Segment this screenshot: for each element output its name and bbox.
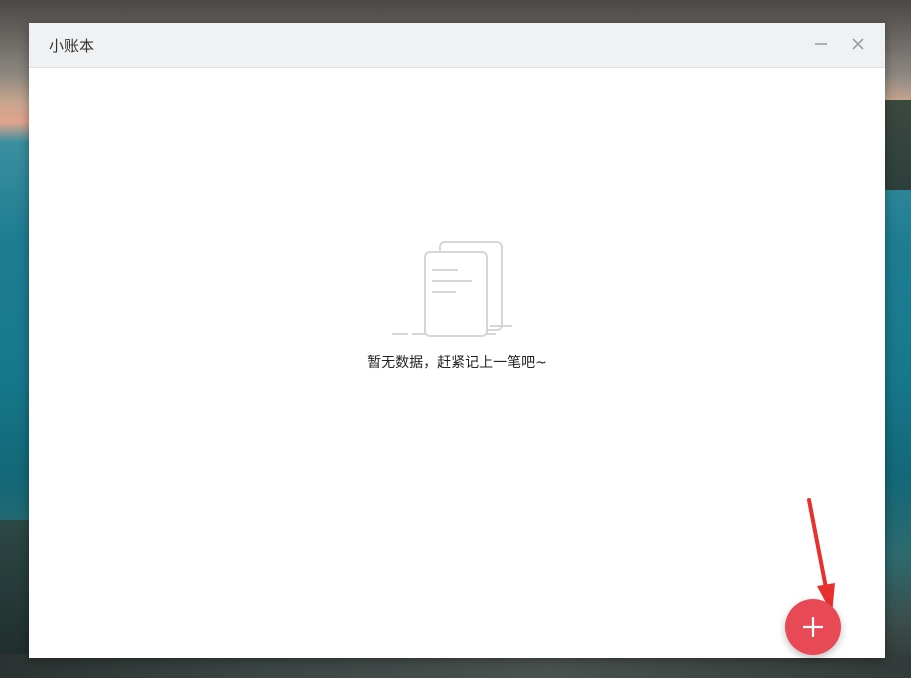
empty-state: 暂无数据，赶紧记上一笔吧~ bbox=[29, 238, 885, 372]
empty-state-message: 暂无数据，赶紧记上一笔吧~ bbox=[367, 355, 547, 371]
main-content: 暂无数据，赶紧记上一笔吧~ bbox=[29, 68, 885, 658]
desktop-background: 小账本 暂无数据，赶紧记上一笔吧~ bbox=[0, 0, 911, 678]
app-window: 小账本 暂无数据，赶紧记上一笔吧~ bbox=[29, 23, 885, 658]
add-record-button[interactable] bbox=[785, 599, 841, 655]
app-title: 小账本 bbox=[49, 37, 95, 55]
minimize-button[interactable] bbox=[810, 33, 832, 55]
plus-icon bbox=[803, 617, 823, 637]
close-button[interactable] bbox=[847, 33, 869, 55]
background-rock-right bbox=[881, 100, 911, 190]
title-bar[interactable]: 小账本 bbox=[29, 23, 885, 68]
minimize-icon bbox=[815, 43, 827, 45]
close-icon bbox=[852, 38, 864, 50]
empty-documents-icon bbox=[392, 241, 512, 337]
